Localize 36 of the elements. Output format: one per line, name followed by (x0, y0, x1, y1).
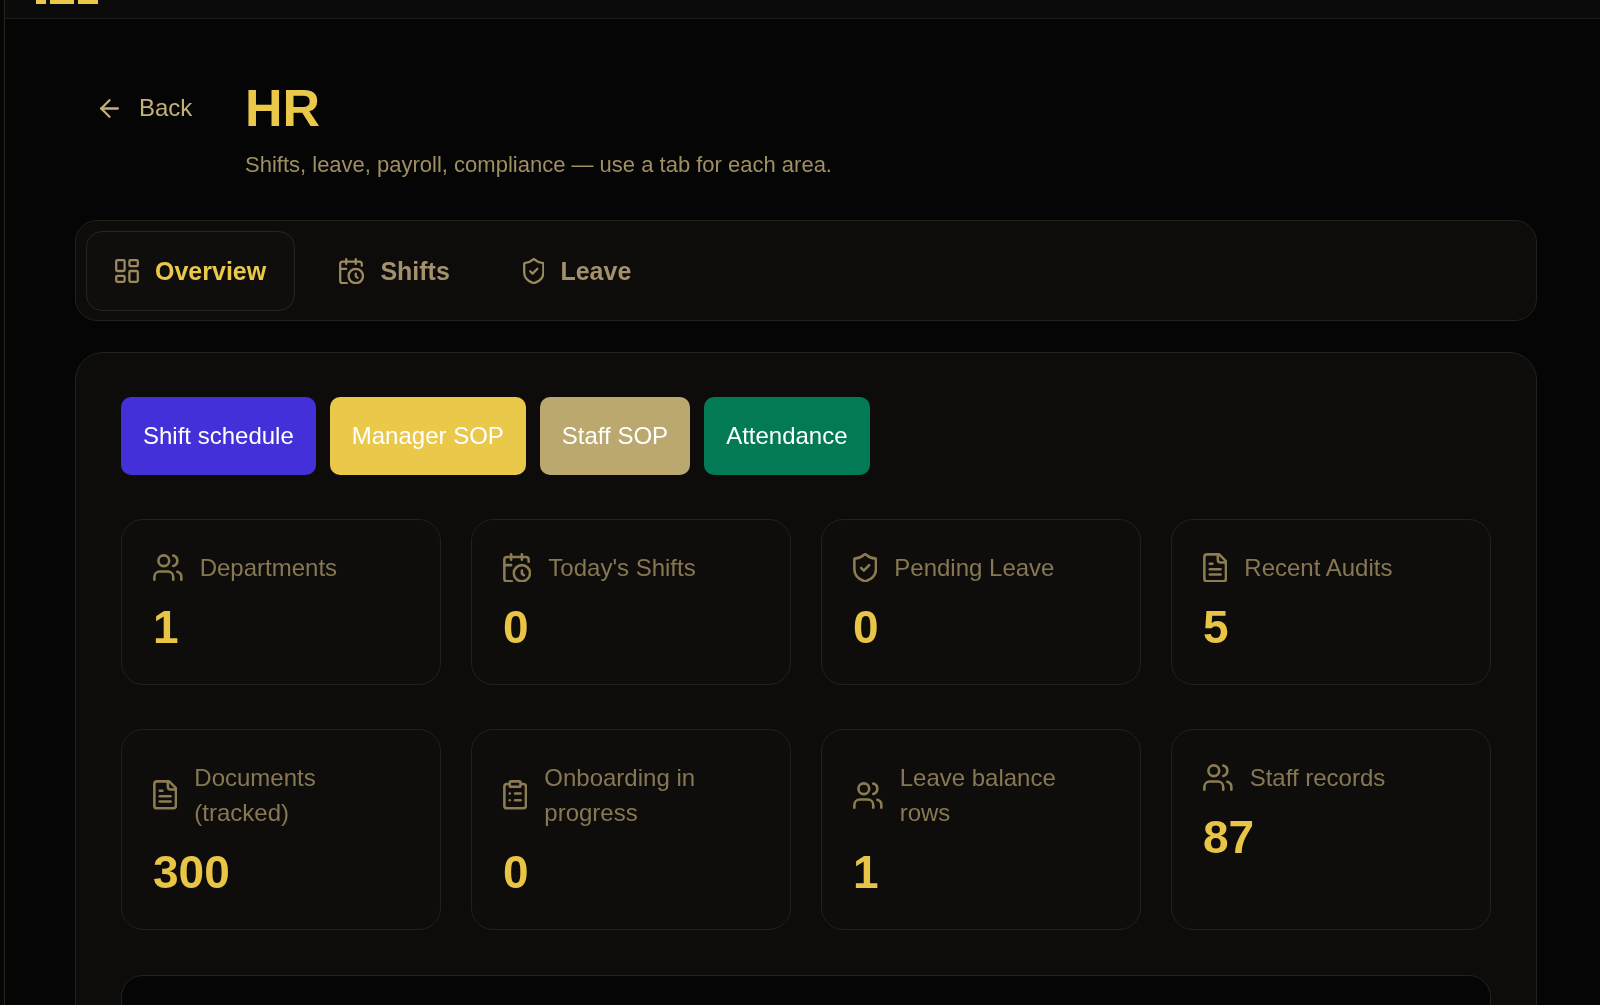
stat-label: Recent Audits (1244, 553, 1393, 583)
stat-label: Departments (199, 553, 338, 583)
stat-label: Pending Leave (894, 553, 1055, 583)
people-icon (1203, 764, 1233, 791)
stat-label: Documents (tracked) (194, 763, 317, 828)
stat-value: 0 (853, 601, 880, 653)
stat-value: 5 (1203, 601, 1230, 653)
stat-value: 0 (503, 601, 530, 653)
stat-value: 0 (503, 846, 530, 898)
shield-check-icon (853, 552, 878, 583)
calendar-clock-icon (339, 257, 365, 285)
people-icon (853, 781, 883, 809)
logo-icon (36, 0, 98, 4)
stat-value: 87 (1203, 811, 1256, 863)
stat-value: 1 (853, 846, 880, 898)
back-link[interactable]: Back (100, 77, 245, 139)
action-button[interactable]: Attendance (704, 397, 870, 475)
stat-value: 1 (153, 601, 180, 653)
page-title: HR (245, 78, 322, 139)
action-button[interactable]: Shift schedule (121, 397, 316, 475)
grid-icon (115, 259, 139, 283)
stat-label: Today's Shifts (548, 553, 696, 583)
document-icon (153, 780, 178, 810)
clipboard-icon (503, 780, 528, 810)
tab[interactable]: Shifts (310, 231, 479, 311)
stat-label: Leave balance rows (899, 763, 1057, 828)
stat-value: 300 (153, 846, 231, 898)
page-subtitle: Shifts, leave, payroll, compliance — use a tab for each area. (245, 151, 832, 179)
shield-check-icon (522, 257, 545, 285)
people-icon (153, 554, 183, 581)
stat-label: Onboarding in progress (544, 763, 697, 828)
stat-label: Staff records (1249, 763, 1386, 793)
tab[interactable]: Leave (493, 231, 661, 311)
calendar-clock-icon (503, 552, 532, 583)
document-icon (1203, 552, 1228, 583)
tab[interactable]: Overview (86, 231, 296, 311)
